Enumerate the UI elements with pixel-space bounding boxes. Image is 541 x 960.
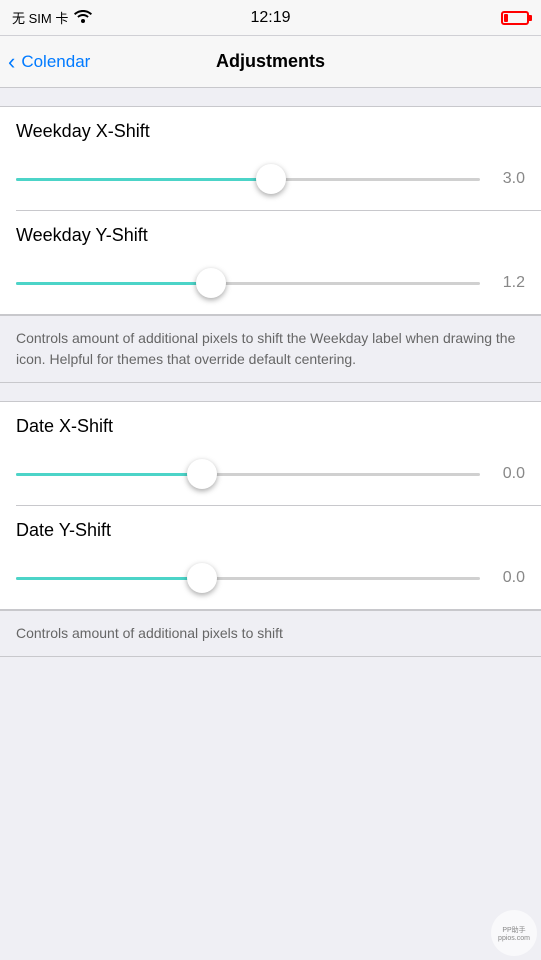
battery-icon xyxy=(501,11,529,25)
date-x-shift-thumb[interactable] xyxy=(187,459,217,489)
weekday-x-shift-fill xyxy=(16,178,271,181)
weekday-y-shift-slider[interactable] xyxy=(16,266,480,300)
wifi-icon xyxy=(74,9,92,26)
weekday-y-shift-value: 1.2 xyxy=(490,274,525,292)
back-chevron-icon: ‹ xyxy=(8,51,15,73)
status-bar: 无 SIM 卡 12:19 xyxy=(0,0,541,36)
date-x-shift-label: Date X-Shift xyxy=(16,416,525,437)
weekday-y-shift-row: Weekday Y-Shift xyxy=(0,211,541,266)
page-title: Adjustments xyxy=(216,51,325,72)
date-y-shift-thumb[interactable] xyxy=(187,563,217,593)
content-area: Weekday X-Shift 3.0 Weekday Y-Shift xyxy=(0,88,541,657)
date-description: Controls amount of additional pixels to … xyxy=(0,610,541,657)
mid-separator xyxy=(0,383,541,401)
date-y-shift-track xyxy=(16,577,480,580)
carrier-text: 无 SIM 卡 xyxy=(12,8,68,27)
weekday-y-shift-slider-row: 1.2 xyxy=(0,266,541,314)
weekday-y-shift-thumb[interactable] xyxy=(196,268,226,298)
watermark-line1: PP助手 xyxy=(502,925,525,935)
weekday-section: Weekday X-Shift 3.0 Weekday Y-Shift xyxy=(0,106,541,315)
weekday-x-shift-value: 3.0 xyxy=(490,170,525,188)
date-y-shift-value: 0.0 xyxy=(490,569,525,587)
top-separator xyxy=(0,88,541,106)
weekday-y-shift-fill xyxy=(16,282,211,285)
date-y-shift-label: Date Y-Shift xyxy=(16,520,525,541)
status-left: 无 SIM 卡 xyxy=(12,8,92,27)
status-right xyxy=(501,11,529,25)
date-x-shift-row: Date X-Shift xyxy=(0,402,541,457)
weekday-y-shift-track xyxy=(16,282,480,285)
date-y-shift-slider-row: 0.0 xyxy=(0,561,541,609)
status-time: 12:19 xyxy=(250,9,290,27)
weekday-x-shift-track xyxy=(16,178,480,181)
watermark: PP助手 ppios.com xyxy=(491,910,537,956)
weekday-x-shift-row: Weekday X-Shift xyxy=(0,107,541,162)
weekday-description-text: Controls amount of additional pixels to … xyxy=(16,328,525,370)
date-x-shift-fill xyxy=(16,473,202,476)
date-description-text: Controls amount of additional pixels to … xyxy=(16,623,525,644)
weekday-x-shift-label: Weekday X-Shift xyxy=(16,121,525,142)
date-y-shift-slider[interactable] xyxy=(16,561,480,595)
back-button[interactable]: ‹ Colendar xyxy=(0,51,90,73)
weekday-description: Controls amount of additional pixels to … xyxy=(0,315,541,383)
nav-bar: ‹ Colendar Adjustments xyxy=(0,36,541,88)
battery-fill xyxy=(504,14,508,22)
date-y-shift-fill xyxy=(16,577,202,580)
date-y-shift-row: Date Y-Shift xyxy=(0,506,541,561)
date-section: Date X-Shift 0.0 Date Y-Shift 0. xyxy=(0,401,541,610)
weekday-x-shift-thumb[interactable] xyxy=(256,164,286,194)
date-x-shift-value: 0.0 xyxy=(490,465,525,483)
weekday-y-shift-label: Weekday Y-Shift xyxy=(16,225,525,246)
back-label: Colendar xyxy=(21,52,90,72)
watermark-line2: ppios.com xyxy=(498,935,530,942)
weekday-x-shift-slider[interactable] xyxy=(16,162,480,196)
date-x-shift-track xyxy=(16,473,480,476)
date-x-shift-slider[interactable] xyxy=(16,457,480,491)
date-x-shift-slider-row: 0.0 xyxy=(0,457,541,505)
weekday-x-shift-slider-row: 3.0 xyxy=(0,162,541,210)
